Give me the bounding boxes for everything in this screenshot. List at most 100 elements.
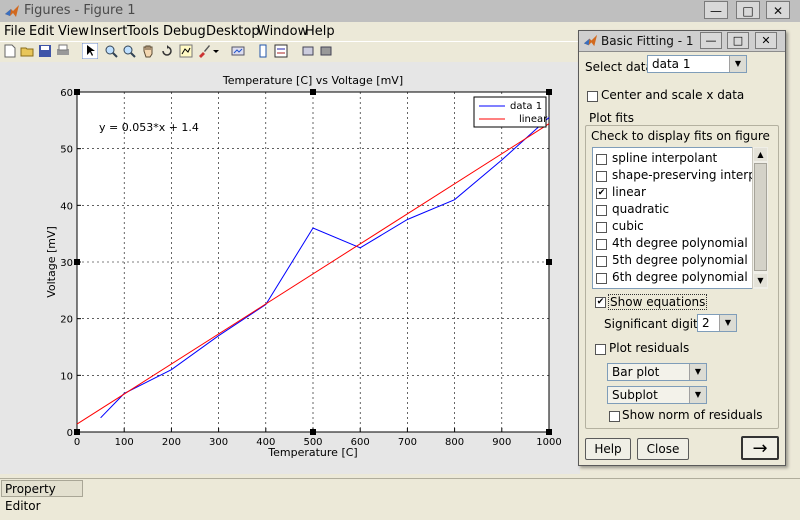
show-equations-checkbox[interactable]: ✔ — [595, 297, 606, 308]
maximize-button[interactable]: □ — [736, 1, 760, 19]
insert-legend-icon[interactable] — [274, 44, 288, 58]
fit-option-linear[interactable]: ✔ linear — [596, 184, 761, 201]
brush-icon[interactable] — [197, 44, 211, 58]
fit-checkbox[interactable] — [596, 154, 607, 165]
scroll-thumb[interactable] — [754, 163, 767, 271]
bf-minimize-button[interactable]: — — [700, 32, 722, 49]
y-tick-label: 30 — [60, 258, 73, 269]
fit-checkbox[interactable] — [596, 256, 607, 267]
show-norm-checkbox[interactable] — [609, 411, 620, 422]
x-tick-label: 1000 — [536, 437, 561, 448]
center-scale-label: Center and scale x data — [601, 88, 745, 102]
fit-option-5th-degree-polynomial[interactable]: 5th degree polynomial — [596, 252, 761, 269]
x-tick-label: 900 — [492, 437, 511, 448]
minimize-button[interactable]: — — [704, 1, 728, 19]
fit-option-6th-degree-polynomial[interactable]: 6th degree polynomial — [596, 269, 761, 286]
fit-checkbox[interactable] — [596, 273, 607, 284]
fit-option-4th-degree-polynomial[interactable]: 4th degree polynomial — [596, 235, 761, 252]
print-icon[interactable] — [56, 44, 70, 58]
hide-plot-tools-icon[interactable] — [301, 44, 315, 58]
center-scale-checkbox[interactable] — [587, 91, 598, 102]
fit-option-cubic[interactable]: cubic — [596, 218, 761, 235]
plot-residuals-label: Plot residuals — [609, 341, 690, 355]
sig-digits-dropdown[interactable]: 2 ▼ — [697, 314, 737, 332]
fit-equation-annotation[interactable]: y = 0.053*x + 1.4 — [99, 121, 199, 134]
fit-checkbox[interactable] — [596, 222, 607, 233]
residual-plot-type-dropdown[interactable]: Bar plot ▼ — [607, 363, 707, 381]
fit-checkbox[interactable] — [596, 171, 607, 182]
fit-option-7th-degree-polynomial[interactable]: 7th degree polynomial — [596, 286, 761, 288]
basic-fitting-title-bar: Basic Fitting - 1 — □ ✕ — [579, 31, 785, 52]
plot-residuals-checkbox[interactable] — [595, 344, 606, 355]
figure-title-bar: Figures - Figure 1 — □ ✕ — [0, 0, 800, 23]
menu-edit[interactable]: Edit — [29, 24, 54, 39]
menu-desktop[interactable]: Desktop — [206, 24, 260, 39]
zoom-out-icon[interactable] — [122, 44, 136, 58]
residual-plot-type-value: Bar plot — [612, 365, 660, 379]
residual-location-value: Subplot — [612, 388, 658, 402]
basic-fitting-dialog: Basic Fitting - 1 — □ ✕ Select data: dat… — [578, 30, 786, 466]
fit-option-shape-preserving-interpolant[interactable]: shape-preserving interpolant — [596, 167, 767, 184]
fits-list-scrollbar[interactable]: ▲ ▼ — [752, 147, 768, 289]
rotate-icon[interactable] — [160, 44, 174, 58]
property-editor-panel — [0, 478, 800, 520]
y-tick-label: 60 — [60, 88, 73, 99]
x-tick-label: 700 — [398, 437, 417, 448]
figure-side-panel — [784, 22, 800, 470]
fits-list[interactable]: spline interpolant shape-preserving inter… — [592, 147, 768, 289]
close-dialog-button[interactable]: Close — [637, 438, 689, 460]
fit-option-quadratic[interactable]: quadratic — [596, 201, 761, 218]
residual-location-dropdown[interactable]: Subplot ▼ — [607, 386, 707, 404]
menu-view[interactable]: View — [58, 24, 89, 39]
matlab-logo-icon — [5, 5, 19, 17]
show-plot-tools-icon[interactable] — [319, 44, 333, 58]
check-display-label: Check to display fits on figure — [591, 129, 770, 143]
brush-dropdown-icon[interactable] — [212, 44, 220, 58]
pointer-icon[interactable] — [82, 43, 98, 59]
link-icon[interactable] — [231, 44, 245, 58]
next-arrow-button[interactable]: → — [741, 436, 779, 460]
fit-checkbox[interactable] — [596, 239, 607, 250]
save-icon[interactable] — [38, 44, 52, 58]
fit-option-spline-interpolant[interactable]: spline interpolant — [596, 150, 761, 167]
plot-fits-title: Plot fits — [587, 111, 636, 125]
y-tick-label: 50 — [60, 145, 73, 156]
bf-maximize-button[interactable]: □ — [727, 32, 749, 49]
matlab-logo-icon — [583, 34, 598, 47]
select-data-dropdown[interactable]: data 1 ▼ — [647, 55, 747, 73]
menu-tools[interactable]: Tools — [127, 24, 159, 39]
line-chart[interactable]: 0 100 200 300 400 500 600 700 800 900 100001020304… — [0, 62, 580, 474]
zoom-in-icon[interactable] — [104, 44, 118, 58]
fit-checkbox[interactable]: ✔ — [596, 188, 607, 199]
legend-label-linear: linear — [519, 114, 548, 125]
menu-insert[interactable]: Insert — [90, 24, 127, 39]
pan-hand-icon[interactable] — [141, 44, 155, 58]
y-tick-label: 10 — [60, 371, 73, 382]
legend-label-data1: data 1 — [510, 101, 542, 112]
sig-digits-label: Significant digits: — [604, 317, 709, 331]
scroll-down-icon[interactable]: ▼ — [754, 274, 767, 287]
menu-window[interactable]: Window — [257, 24, 308, 39]
data-cursor-icon[interactable] — [179, 44, 193, 58]
figure-title: Figures - Figure 1 — [24, 3, 136, 18]
insert-colorbar-icon[interactable] — [256, 44, 270, 58]
help-button[interactable]: Help — [585, 438, 631, 460]
menu-debug[interactable]: Debug — [163, 24, 206, 39]
x-tick-label: 300 — [209, 437, 228, 448]
y-tick-label: 0 — [67, 428, 73, 439]
close-button[interactable]: ✕ — [766, 1, 790, 19]
property-editor-tab[interactable]: Property Editor — [1, 480, 83, 513]
menu-file[interactable]: File — [4, 24, 26, 39]
chart-legend[interactable]: data 1 linear — [473, 96, 548, 128]
fit-label: quadratic — [612, 202, 670, 216]
menu-help[interactable]: Help — [305, 24, 335, 39]
fit-checkbox[interactable] — [596, 205, 607, 216]
bf-close-button[interactable]: ✕ — [755, 32, 777, 49]
scroll-up-icon[interactable]: ▲ — [754, 148, 767, 161]
fit-label: shape-preserving interpolant — [612, 168, 767, 182]
fit-label: 7th degree polynomial — [612, 287, 748, 288]
fit-label: spline interpolant — [612, 151, 718, 165]
chevron-down-icon: ▼ — [689, 387, 706, 403]
open-folder-icon[interactable] — [20, 44, 34, 58]
new-file-icon[interactable] — [3, 44, 17, 58]
